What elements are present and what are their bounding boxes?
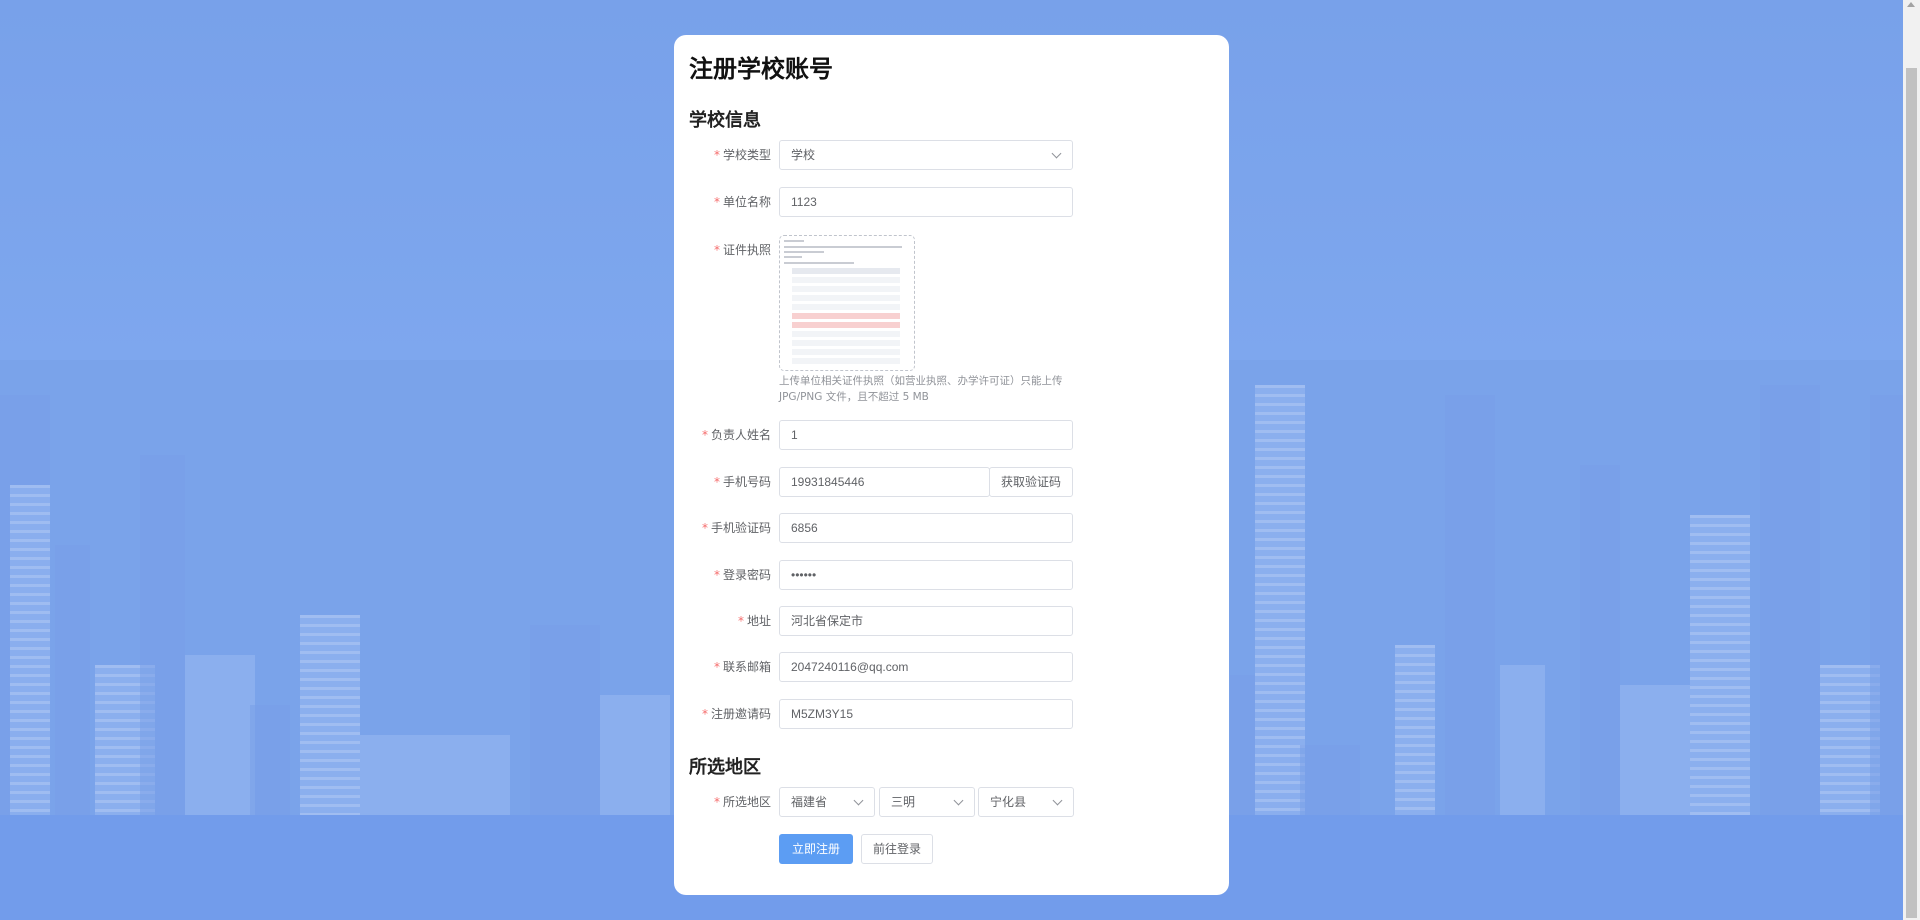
sms-code-input[interactable]: 6856 — [779, 513, 1073, 543]
province-select[interactable]: 福建省 — [779, 787, 875, 817]
password-label: * 登录密码 — [713, 568, 771, 582]
county-select[interactable]: 宁化县 — [978, 787, 1074, 817]
invite-code-input[interactable]: M5ZM3Y15 — [779, 699, 1073, 729]
address-row: * 地址 河北省保定市 — [674, 606, 1229, 636]
school-info-section-title: 学校信息 — [689, 110, 761, 131]
principal-name-input[interactable]: 1 — [779, 420, 1073, 450]
phone-input[interactable]: 19931845446 — [779, 467, 990, 497]
region-label: * 所选地区 — [713, 795, 771, 809]
password-row: * 登录密码 •••••• — [674, 560, 1229, 590]
region-section-title: 所选地区 — [689, 757, 761, 778]
school-type-label: * 学校类型 — [713, 148, 771, 162]
email-input[interactable]: 2047240116@qq.com — [779, 652, 1073, 682]
scrollbar-thumb[interactable] — [1906, 68, 1917, 918]
email-label: * 联系邮箱 — [713, 660, 771, 674]
page-title: 注册学校账号 — [689, 55, 833, 83]
license-preview-image — [784, 238, 910, 366]
school-type-select[interactable]: 学校 — [779, 140, 1073, 170]
license-label: * 证件执照 — [713, 243, 771, 257]
unit-name-row: * 单位名称 1123 — [674, 187, 1229, 217]
license-upload-area[interactable] — [779, 235, 915, 371]
actions-row: 立即注册 前往登录 — [674, 834, 1229, 864]
principal-name-row: * 负责人姓名 1 — [674, 420, 1229, 450]
chevron-down-icon — [1052, 795, 1063, 806]
city-select[interactable]: 三明 — [879, 787, 975, 817]
sms-code-row: * 手机验证码 6856 — [674, 513, 1229, 543]
phone-row: * 手机号码 19931845446 获取验证码 — [674, 467, 1229, 497]
invite-code-label: * 注册邀请码 — [701, 707, 771, 721]
phone-label: * 手机号码 — [713, 475, 771, 489]
chevron-down-icon — [953, 795, 964, 806]
page-scrollbar[interactable] — [1903, 0, 1920, 920]
address-input[interactable]: 河北省保定市 — [779, 606, 1073, 636]
go-to-login-button[interactable]: 前往登录 — [861, 834, 933, 864]
license-row: * 证件执照 上传单位相关证件执照（如营业执照、办学许可证）只能上传 JPG/P… — [674, 235, 1229, 405]
scroll-up-arrow-icon[interactable] — [1907, 2, 1915, 7]
register-card: 注册学校账号 学校信息 *学校类型 学校 *单位名称 1123 *证件执照 — [674, 35, 1229, 895]
unit-name-label: * 单位名称 — [713, 195, 771, 209]
license-upload-tip: 上传单位相关证件执照（如营业执照、办学许可证）只能上传 JPG/PNG 文件，且… — [779, 375, 1063, 403]
chevron-down-icon — [853, 795, 864, 806]
address-label: * 地址 — [737, 614, 771, 628]
register-button[interactable]: 立即注册 — [779, 834, 853, 864]
invite-code-row: * 注册邀请码 M5ZM3Y15 — [674, 699, 1229, 729]
chevron-down-icon — [1051, 148, 1062, 159]
principal-name-label: * 负责人姓名 — [701, 428, 771, 442]
unit-name-input[interactable]: 1123 — [779, 187, 1073, 217]
region-row: * 所选地区 福建省 三明 宁化县 — [674, 787, 1229, 817]
email-row: * 联系邮箱 2047240116@qq.com — [674, 652, 1229, 682]
school-type-row: * 学校类型 学校 — [674, 140, 1229, 170]
sms-code-label: * 手机验证码 — [701, 521, 771, 535]
get-code-button[interactable]: 获取验证码 — [989, 467, 1073, 497]
password-input[interactable]: •••••• — [779, 560, 1073, 590]
